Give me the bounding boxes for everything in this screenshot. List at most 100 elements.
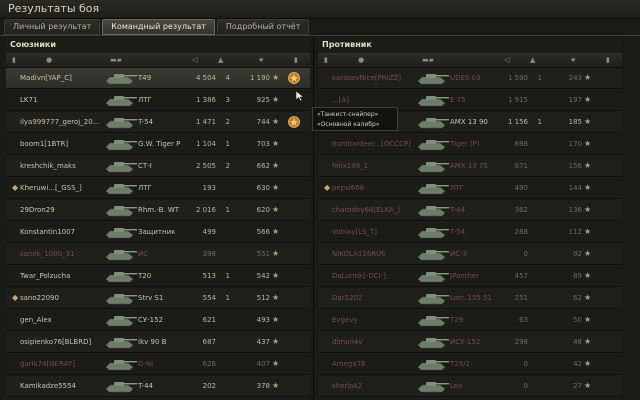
tab-personal-result[interactable]: Личный результат (4, 19, 101, 35)
mouse-cursor-icon (295, 90, 305, 102)
player-name: pepsi666 (332, 184, 365, 192)
damage-column-icon[interactable]: ◁ (192, 56, 197, 64)
rank-icon: ◆ (12, 293, 19, 302)
table-row[interactable]: ◆ pepsi666 ЛТГ 490 144 ★ (318, 178, 622, 199)
table-row[interactable]: Twar_Polzucha T20 513 1 542 ★ (6, 266, 310, 287)
player-name: sanek_1000_31 (20, 250, 75, 258)
damage-value: 671 (514, 162, 528, 170)
xp-star-icon: ★ (272, 359, 280, 368)
tab-team-result[interactable]: Командный результат (102, 19, 215, 35)
player-column-icon[interactable]: ● (358, 56, 364, 64)
xp-column-icon[interactable]: ★ (570, 56, 576, 64)
tank-name: AMX 13 75 (450, 162, 488, 170)
table-row[interactable]: kreshchik_maks СТ-I 2 505 2 662 ★ (6, 156, 310, 177)
xp-value: 42 (573, 360, 582, 368)
table-row[interactable]: Kamikadze5554 T-44 202 378 ★ (6, 376, 310, 397)
xp-star-icon: ★ (272, 95, 280, 104)
xp-value: 925 (256, 96, 270, 104)
xp-value: 197 (568, 96, 582, 104)
table-row[interactable]: karasevNice[PRIZZ] UDES 03 1 590 1 243 ★ (318, 68, 622, 89)
tank-name: Leo (450, 382, 463, 390)
table-row[interactable]: ◆ Kheruwi...[_GSS_] ЛТГ 193 630 ★ (6, 178, 310, 199)
table-row[interactable]: 29Dron29 Rhm.-B. WT 2 016 1 620 ★ (6, 200, 310, 221)
damage-value: 288 (514, 228, 528, 236)
xp-column-icon[interactable]: ★ (258, 56, 264, 64)
xp-value: 703 (256, 140, 270, 148)
table-row[interactable]: sherlok2 Leo 0 27 ★ (318, 376, 622, 397)
rank-column-icon[interactable]: ▮ (12, 56, 16, 64)
table-row[interactable]: felix198_1 AMX 13 75 671 156 ★ (318, 156, 622, 177)
xp-value: 144 (568, 184, 582, 192)
xp-value: 112 (568, 228, 582, 236)
xp-value: 243 (568, 74, 582, 82)
table-row[interactable]: DaLuntik[-DCI-] JPanther 457 89 ★ (318, 266, 622, 287)
xp-value: 493 (256, 316, 270, 324)
damage-column-icon[interactable]: ◁ (504, 56, 509, 64)
frags-column-icon[interactable]: ▲ (530, 56, 535, 64)
player-name: osipienko76[BLBRD] (20, 338, 92, 346)
table-row[interactable]: ◆ sano22090 Strv S1 554 1 512 ★ (6, 288, 310, 309)
player-name: sherlok2 (332, 382, 363, 390)
tank-column-icon[interactable]: ▬▰ (110, 56, 122, 64)
table-row[interactable]: Dar1202 Lorr. 155 51 251 62 ★ (318, 288, 622, 309)
tab-detailed-report[interactable]: Подробный отчёт (216, 19, 310, 35)
table-row[interactable]: Amega76 T25/2 0 42 ★ (318, 354, 622, 375)
table-row[interactable]: bombardeer...[OCCCP] Tiger (P) 698 170 ★ (318, 134, 622, 155)
xp-star-icon: ★ (584, 381, 592, 390)
table-row[interactable]: ilya999777_geroj_20... T-54 1 471 2 744 ★ (6, 112, 310, 133)
medal-icon[interactable] (287, 115, 301, 129)
tab-divider (0, 35, 640, 36)
xp-star-icon: ★ (584, 315, 592, 324)
damage-value: 1 386 (195, 96, 216, 104)
tank-name: Tiger (P) (450, 140, 480, 148)
table-row[interactable]: charodey68[ELKA_] T-44 362 136 ★ (318, 200, 622, 221)
table-row[interactable]: osipienko76[BLBRD] Ikv 90 B 687 437 ★ (6, 332, 310, 353)
xp-star-icon: ★ (272, 227, 280, 236)
tank-name: СУ-152 (138, 316, 164, 324)
tank-name: Rhm.-B. WT (138, 206, 180, 214)
table-row[interactable]: Voblay[LS_T] T-54 288 112 ★ (318, 222, 622, 243)
tank-column-icon[interactable]: ▬▰ (422, 56, 434, 64)
tank-icon (414, 159, 450, 173)
table-row[interactable]: Konstantin1007 Защитник 499 566 ★ (6, 222, 310, 243)
frags-column-icon[interactable]: ▲ (218, 56, 223, 64)
frags-value: 1 (225, 140, 230, 148)
tank-name: Lorr. 155 51 (450, 294, 492, 302)
tank-icon (102, 247, 138, 261)
damage-value: 490 (514, 184, 528, 192)
player-name: NIKOLA116RUS (332, 250, 386, 258)
table-row[interactable]: boom1[1BTR] G.W. Tiger P 1 104 1 703 ★ (6, 134, 310, 155)
tank-name: T20 (138, 272, 152, 280)
tank-name: JPanther (450, 272, 480, 280)
medal-icon[interactable] (287, 71, 301, 85)
table-row[interactable]: garik74[GERAY] D-Ni 626 407 ★ (6, 354, 310, 375)
table-row[interactable]: sanek_1000_31 ИС 398 551 ★ (6, 244, 310, 265)
rank-column-icon[interactable]: ▮ (324, 56, 328, 64)
player-name: gen_Alex (20, 316, 52, 324)
table-row[interactable]: gen_Alex СУ-152 621 493 ★ (6, 310, 310, 331)
frags-value: 3 (225, 96, 230, 104)
tank-name: ЛТГ (450, 184, 464, 192)
tank-icon (102, 379, 138, 393)
player-name: bombardeer...[OCCCP] (332, 140, 411, 148)
xp-value: 551 (256, 250, 270, 258)
player-column-icon[interactable]: ● (46, 56, 52, 64)
player-name: Madivn[YAP_C] (20, 74, 72, 82)
xp-value: 620 (256, 206, 270, 214)
medal-column-icon[interactable]: ▮ (606, 56, 610, 64)
xp-star-icon: ★ (272, 139, 280, 148)
frags-value: 4 (225, 74, 230, 82)
tank-icon (414, 137, 450, 151)
xp-star-icon: ★ (584, 359, 592, 368)
enemies-table-header: ▮ ● ▬▰ ◁ ▲ ★ ▮ (318, 53, 622, 68)
player-name: felix198_1 (332, 162, 369, 170)
table-row[interactable]: LK71 ЛТГ 1 386 3 925 ★ (6, 90, 310, 111)
table-row[interactable]: dimon4v ИСУ-152 298 48 ★ (318, 332, 622, 353)
table-row[interactable]: Evgevy T29 63 50 ★ (318, 310, 622, 331)
xp-star-icon: ★ (584, 227, 592, 236)
damage-value: 1 156 (507, 118, 528, 126)
medal-column-icon[interactable]: ▮ (294, 56, 298, 64)
table-row[interactable]: NIKOLA116RUS ИС-3 0 92 ★ (318, 244, 622, 265)
table-row[interactable]: Madivn[YAP_C] T49 4 504 4 1 190 ★ (6, 68, 310, 89)
xp-star-icon: ★ (272, 271, 280, 280)
